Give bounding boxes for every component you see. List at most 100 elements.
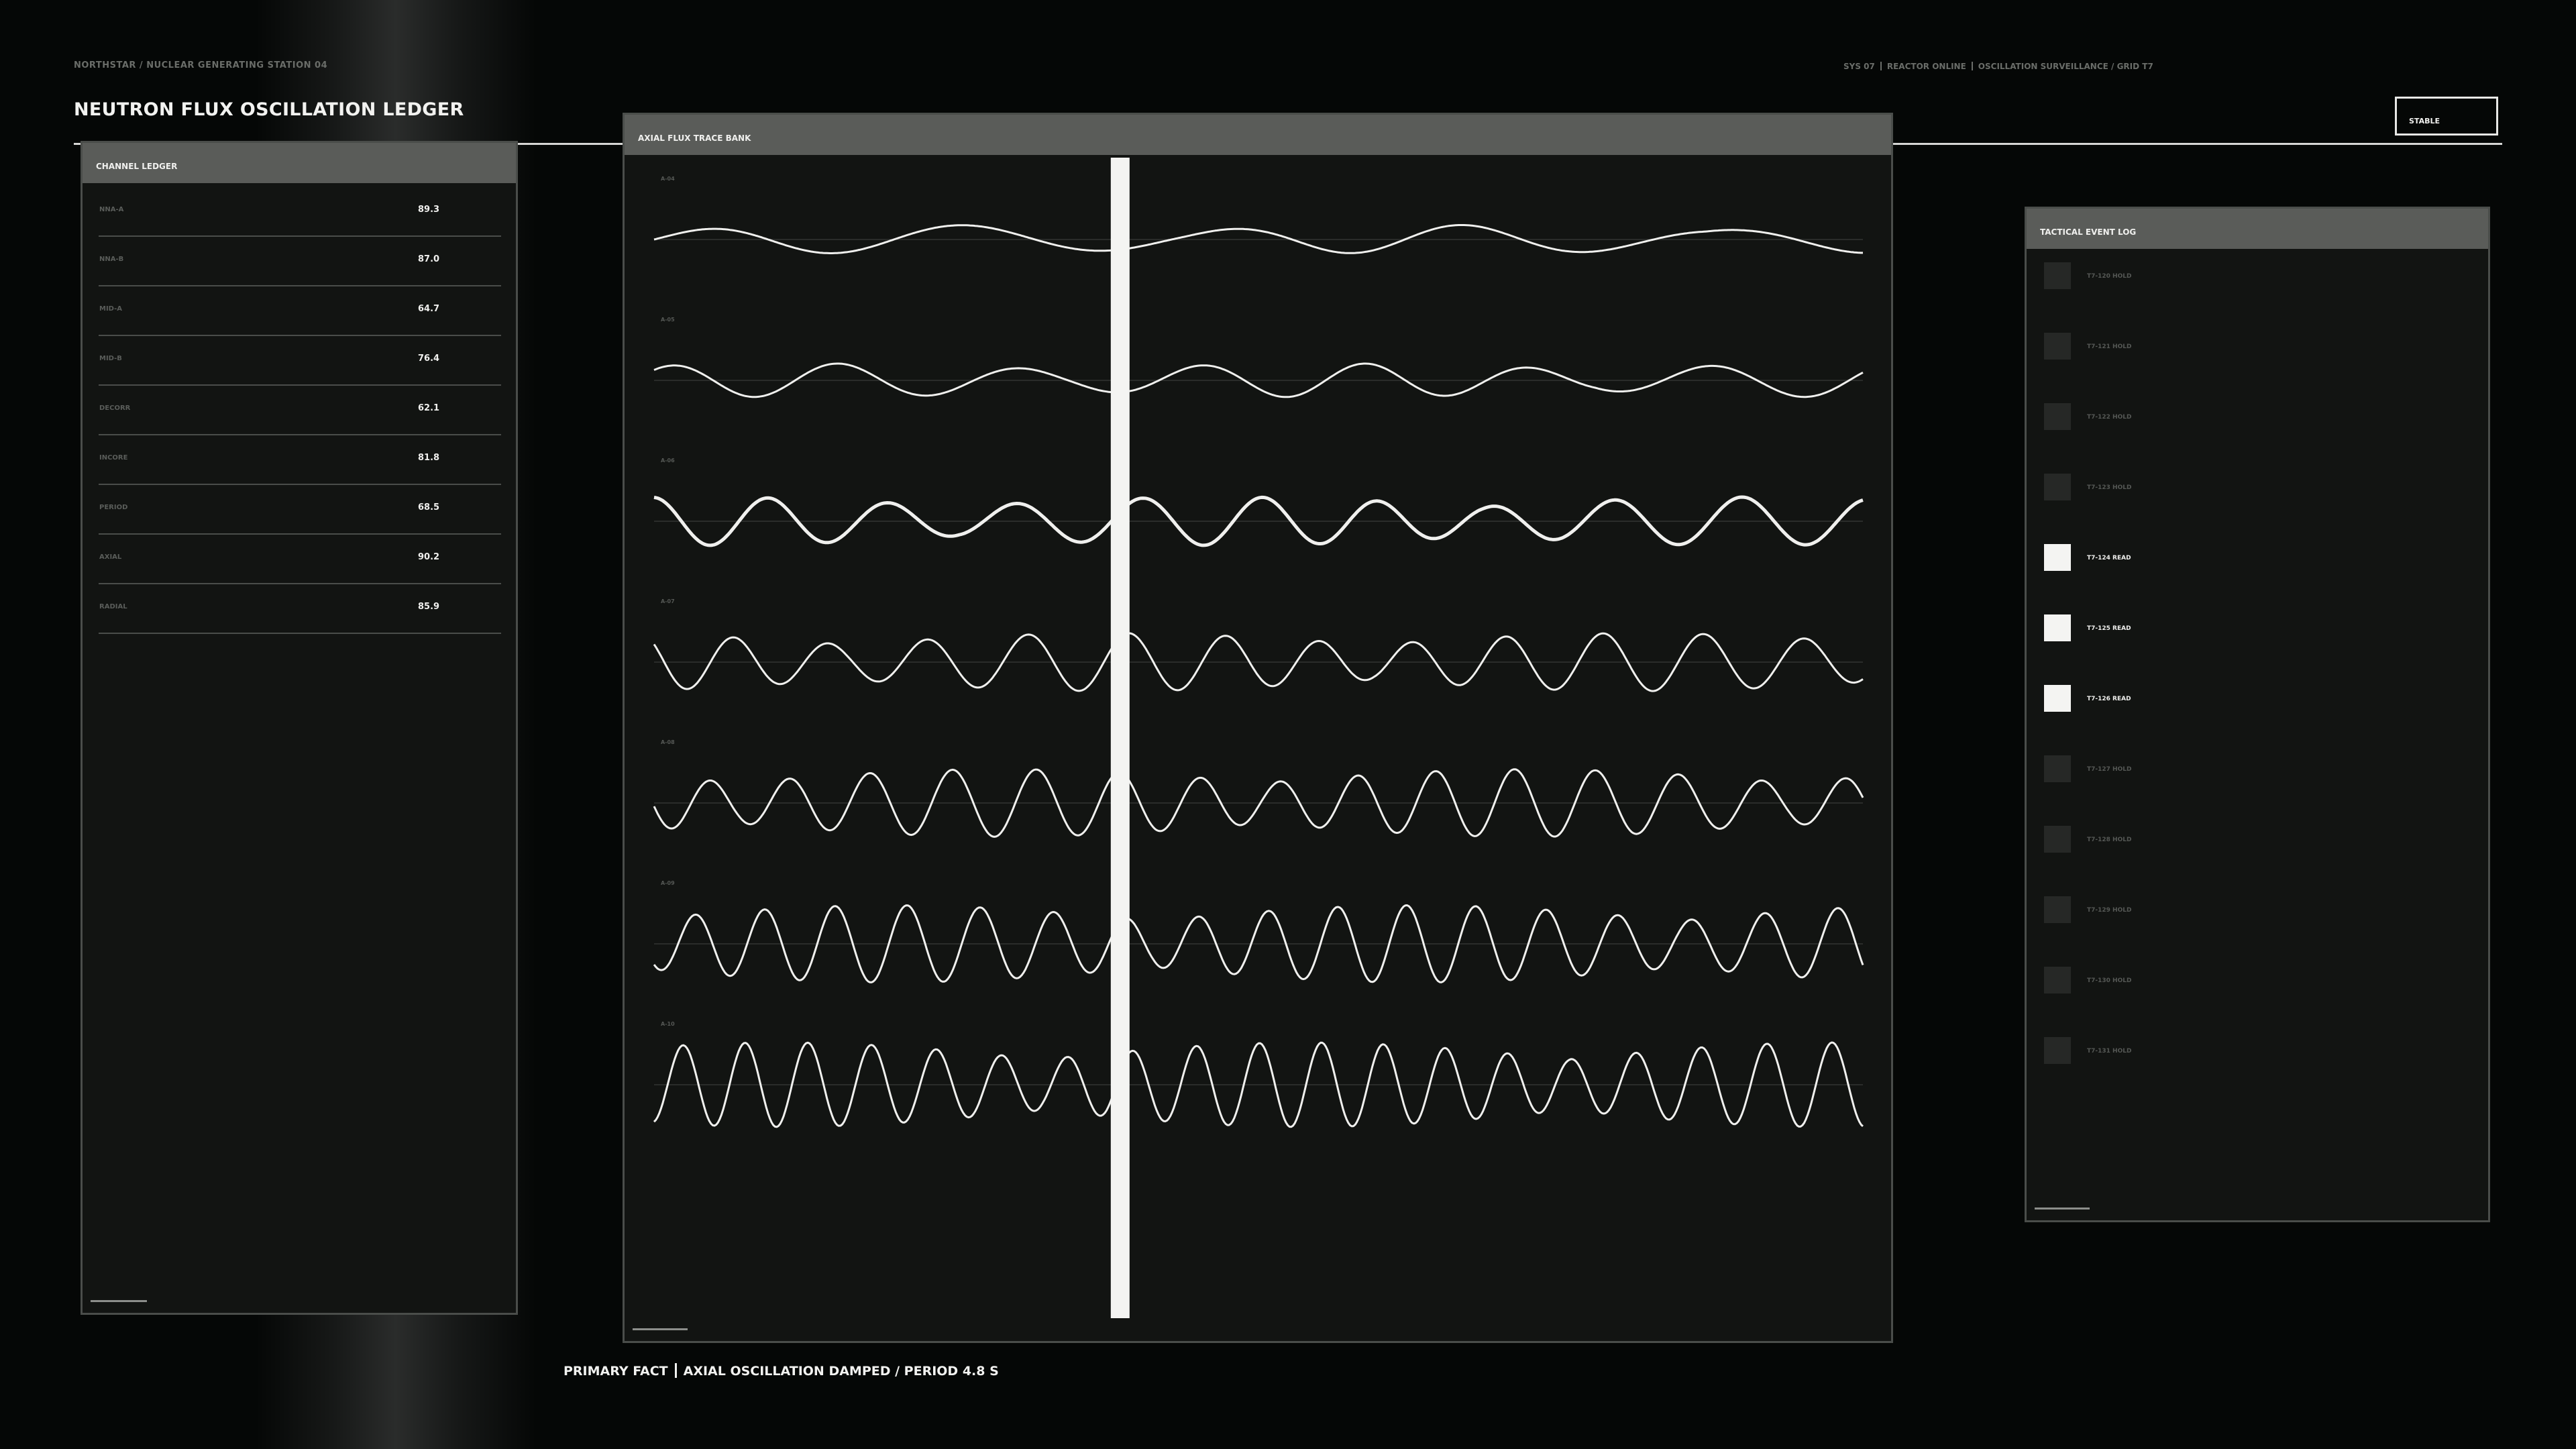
- panel-title: CHANNEL LEDGER: [96, 162, 178, 171]
- event-label: T7-122 HOLD: [2087, 414, 2132, 421]
- channel-value: 90.2: [418, 552, 440, 562]
- channel-value: 76.4: [418, 354, 440, 364]
- flux-trace: A-05: [653, 317, 1864, 398]
- ledger-row[interactable]: INCORE 81.8: [99, 434, 501, 485]
- status-badge[interactable]: STABLE: [2395, 97, 2498, 136]
- page-title: NEUTRON FLUX OSCILLATION LEDGER: [74, 99, 464, 120]
- event-label: T7-124 READ: [2087, 555, 2131, 561]
- channel-value: 62.1: [418, 403, 440, 413]
- event-status-indicator: [2044, 262, 2071, 289]
- event-row[interactable]: T7-130 HOLD: [2044, 967, 2460, 1007]
- event-row[interactable]: T7-127 HOLD: [2044, 755, 2460, 796]
- channel-name: INCORE: [99, 454, 128, 462]
- channel-name: RADIAL: [99, 603, 127, 610]
- channel-value: 68.5: [418, 502, 440, 513]
- event-label: T7-127 HOLD: [2087, 766, 2132, 773]
- event-status-indicator: [2044, 333, 2071, 360]
- event-row[interactable]: T7-120 HOLD: [2044, 262, 2460, 303]
- event-row[interactable]: T7-122 HOLD: [2044, 403, 2460, 443]
- event-row[interactable]: T7-128 HOLD: [2044, 826, 2460, 866]
- channel-ledger-panel: CHANNEL LEDGER NNA-A 89.3 NNA-B 87.0 MID-A 64…: [80, 141, 518, 1315]
- channel-name: DECORR: [99, 405, 131, 412]
- event-row[interactable]: T7-131 HOLD: [2044, 1037, 2460, 1077]
- event-row[interactable]: T7-129 HOLD: [2044, 896, 2460, 936]
- event-label: T7-125 READ: [2087, 625, 2131, 632]
- channel-value: 64.7: [418, 304, 440, 314]
- panel-footer-line: [633, 1328, 688, 1330]
- ledger-row[interactable]: DECORR 62.1: [99, 384, 501, 435]
- ledger-row[interactable]: NNA-B 87.0: [99, 235, 501, 286]
- ledger-row[interactable]: NNA-A 89.3: [99, 186, 501, 237]
- primary-fact-text: AXIAL OSCILLATION DAMPED / PERIOD 4.8 S: [683, 1364, 999, 1379]
- flux-trace: A-10: [653, 1021, 1864, 1128]
- event-status-indicator: [2044, 896, 2071, 923]
- primary-fact-label: PRIMARY FACT: [564, 1364, 668, 1379]
- channel-name: NNA-B: [99, 256, 124, 263]
- divider: [674, 1363, 677, 1378]
- panel-footer-line: [2035, 1208, 2090, 1210]
- event-label: T7-128 HOLD: [2087, 837, 2132, 843]
- event-status-indicator: [2044, 544, 2071, 571]
- trace-label: A-05: [661, 317, 675, 323]
- status-label: STABLE: [2409, 117, 2440, 125]
- ledger-row[interactable]: RADIAL 85.9: [99, 583, 501, 634]
- panel-title: TACTICAL EVENT LOG: [2040, 227, 2137, 237]
- ledger-row[interactable]: PERIOD 68.5: [99, 484, 501, 535]
- channel-value: 85.9: [418, 602, 440, 612]
- event-label: T7-123 HOLD: [2087, 484, 2132, 491]
- ledger-row[interactable]: MID-A 64.7: [99, 285, 501, 336]
- event-status-indicator: [2044, 967, 2071, 994]
- flux-trace: A-07: [653, 598, 1864, 692]
- event-label: T7-121 HOLD: [2087, 343, 2132, 350]
- event-label: T7-131 HOLD: [2087, 1048, 2132, 1055]
- time-cursor[interactable]: [1110, 158, 1130, 1318]
- system-id: SYS 07: [1843, 62, 1875, 71]
- event-status-indicator: [2044, 826, 2071, 853]
- panel-footer-line: [91, 1300, 147, 1302]
- event-row[interactable]: T7-125 READ: [2044, 614, 2460, 655]
- trace-label: A-06: [661, 458, 675, 464]
- flux-trace: A-04: [653, 176, 1863, 254]
- primary-fact: PRIMARY FACT AXIAL OSCILLATION DAMPED / P…: [564, 1363, 999, 1379]
- event-status-indicator: [2044, 614, 2071, 641]
- divider: [1971, 62, 1973, 70]
- ledger-row[interactable]: MID-B 76.4: [99, 335, 501, 386]
- event-row[interactable]: T7-124 READ: [2044, 544, 2460, 584]
- trace-label: A-10: [661, 1021, 675, 1027]
- flux-trace: A-09: [653, 880, 1864, 983]
- event-row[interactable]: T7-126 READ: [2044, 685, 2460, 725]
- trace-label: A-08: [661, 739, 675, 745]
- event-status-indicator: [2044, 685, 2071, 712]
- event-label: T7-120 HOLD: [2087, 273, 2132, 280]
- event-label: T7-130 HOLD: [2087, 977, 2132, 984]
- flux-trace: A-08: [653, 739, 1864, 838]
- event-row[interactable]: T7-123 HOLD: [2044, 474, 2460, 514]
- trace-label: A-07: [661, 598, 675, 604]
- breadcrumb: NORTHSTAR / NUCLEAR GENERATING STATION 0…: [74, 60, 328, 70]
- trace-label: A-04: [661, 176, 675, 182]
- surveillance-grid: OSCILLATION SURVEILLANCE / GRID T7: [1978, 62, 2153, 71]
- event-row[interactable]: T7-121 HOLD: [2044, 333, 2460, 373]
- channel-name: AXIAL: [99, 553, 122, 561]
- divider: [1880, 62, 1882, 70]
- panel-header: TACTICAL EVENT LOG: [2027, 209, 2488, 249]
- trace-label: A-09: [661, 880, 675, 886]
- ledger-row[interactable]: AXIAL 90.2: [99, 533, 501, 584]
- system-status-line: SYS 07 REACTOR ONLINE OSCILLATION SURVEILL…: [1843, 62, 2153, 71]
- event-label: T7-129 HOLD: [2087, 907, 2132, 914]
- panel-header: CHANNEL LEDGER: [83, 143, 516, 183]
- reactor-state: REACTOR ONLINE: [1886, 62, 1966, 71]
- channel-name: MID-B: [99, 355, 122, 362]
- event-status-indicator: [2044, 474, 2071, 500]
- channel-value: 89.3: [418, 205, 440, 215]
- channel-value: 81.8: [418, 453, 440, 463]
- event-status-indicator: [2044, 755, 2071, 782]
- event-label: T7-126 READ: [2087, 696, 2131, 702]
- channel-value: 87.0: [418, 254, 440, 264]
- channel-name: MID-A: [99, 305, 123, 313]
- trace-plot: A-04 A-05 A-06 A-07 A-08 A-09 A-10: [653, 158, 1864, 1318]
- channel-name: NNA-A: [99, 206, 124, 213]
- tactical-event-log-panel: TACTICAL EVENT LOG T7-120 HOLD T7-121 HOL…: [2025, 207, 2490, 1222]
- event-status-indicator: [2044, 1037, 2071, 1064]
- event-status-indicator: [2044, 403, 2071, 430]
